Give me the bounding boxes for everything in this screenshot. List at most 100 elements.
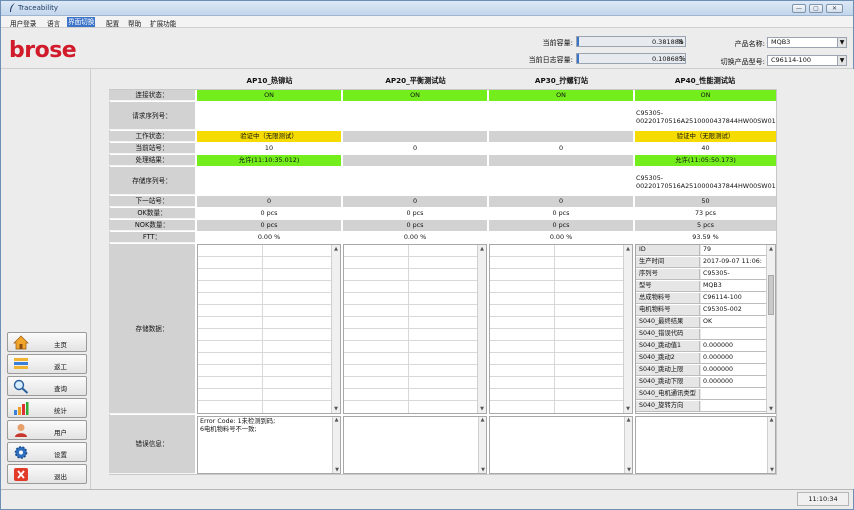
switch-model-select[interactable]: C96114-100 ▼ bbox=[767, 55, 847, 66]
log-capacity-label: 当前日志容量: bbox=[528, 56, 573, 64]
station-header-ap10: AP10_热铆站 bbox=[246, 76, 293, 85]
data-value: C96114-100 bbox=[701, 293, 768, 303]
data-key: S040_跳动值1 bbox=[636, 341, 700, 351]
scroll-up-icon[interactable]: ▲ bbox=[332, 245, 340, 253]
data-row[interactable]: S040_跳动上限 0.000000 bbox=[636, 365, 768, 376]
data-row[interactable]: S040_最终结果 OK bbox=[636, 317, 768, 328]
st3-error-scrollbar[interactable]: ▲ ▼ bbox=[624, 417, 632, 473]
maximize-button[interactable]: ▢ bbox=[809, 4, 823, 13]
st3-nok-count: 0 pcs bbox=[489, 220, 633, 231]
data-row[interactable]: 总成物料号 C96114-100 bbox=[636, 293, 768, 304]
menu-config[interactable]: 配置 bbox=[105, 18, 120, 28]
menu-extensions[interactable]: 扩展功能 bbox=[149, 18, 177, 28]
chevron-down-icon[interactable]: ▼ bbox=[837, 38, 846, 47]
data-row[interactable]: S040_跳动值1 0.000000 bbox=[636, 341, 768, 352]
nav-exit-button[interactable]: 退出 bbox=[7, 464, 87, 484]
st2-connection-status: ON bbox=[343, 90, 487, 101]
data-value: 79 bbox=[701, 245, 768, 255]
data-row[interactable]: ID 79 bbox=[636, 245, 768, 256]
st1-error-textbox[interactable]: Error Code: 1未检测到码; 6电机物料号不一致; bbox=[197, 416, 341, 474]
st4-data-grid[interactable]: ID 79 生产时间 2017-09-07 11:06: 序列号 C95305- 型号… bbox=[635, 244, 776, 414]
menu-help[interactable]: 帮助 bbox=[127, 18, 142, 28]
nav-exit-label: 退出 bbox=[54, 473, 67, 481]
st3-result bbox=[489, 155, 633, 166]
nav-home-button[interactable]: 主页 bbox=[7, 332, 87, 352]
scroll-down-icon[interactable]: ▼ bbox=[478, 405, 486, 413]
scroll-up-icon[interactable]: ▲ bbox=[624, 245, 632, 253]
search-icon bbox=[13, 379, 29, 394]
st2-ok-count: 0 pcs bbox=[343, 208, 487, 219]
scroll-down-icon[interactable]: ▼ bbox=[332, 405, 340, 413]
st4-store-serial: C95305- 00220170516A2510000437844HW00SW0… bbox=[635, 167, 776, 195]
log-capacity-gauge: 0.108685 bbox=[576, 53, 686, 64]
data-row[interactable]: 生产时间 2017-09-07 11:06: bbox=[636, 257, 768, 268]
data-row[interactable]: S040_跳动下限 0.000000 bbox=[636, 377, 768, 388]
st3-error-textbox[interactable] bbox=[489, 416, 633, 474]
nav-user-button[interactable]: 用户 bbox=[7, 420, 87, 440]
data-row[interactable]: 序列号 C95305- bbox=[636, 269, 768, 280]
nav-statistics-button[interactable]: 统计 bbox=[7, 398, 87, 418]
st3-data-grid[interactable]: ▲ ▼ bbox=[489, 244, 633, 414]
gear-icon bbox=[14, 446, 28, 459]
st1-nok-count: 0 pcs bbox=[197, 220, 341, 231]
scroll-up-icon[interactable]: ▲ bbox=[767, 245, 775, 253]
st2-data-scrollbar[interactable]: ▲ ▼ bbox=[477, 245, 486, 413]
scroll-thumb[interactable] bbox=[768, 275, 774, 315]
st3-data-scrollbar[interactable]: ▲ ▼ bbox=[623, 245, 632, 413]
st1-error-scrollbar[interactable]: ▲ ▼ bbox=[332, 417, 340, 473]
st3-work-status bbox=[489, 131, 633, 142]
data-row[interactable]: 型号 MQB3 bbox=[636, 281, 768, 292]
window-title: Traceability bbox=[18, 4, 59, 12]
scroll-up-icon[interactable]: ▲ bbox=[478, 245, 486, 253]
st2-error-scrollbar[interactable]: ▲ ▼ bbox=[478, 417, 486, 473]
st1-connection-status: ON bbox=[197, 90, 341, 101]
scroll-down-icon[interactable]: ▼ bbox=[767, 405, 775, 413]
nav-rework-label: 返工 bbox=[54, 363, 67, 371]
st4-error-scrollbar[interactable]: ▲ ▼ bbox=[767, 417, 775, 473]
row-label-work-status: 工作状态： bbox=[109, 131, 195, 142]
switch-model-value: C96114-100 bbox=[771, 56, 811, 64]
nav-rework-button[interactable]: 返工 bbox=[7, 354, 87, 374]
st1-data-scrollbar[interactable]: ▲ ▼ bbox=[331, 245, 340, 413]
data-key: S040_最终结果 bbox=[636, 317, 700, 327]
st4-next-station: 50 bbox=[635, 196, 776, 207]
data-value bbox=[701, 401, 768, 411]
st1-data-grid[interactable]: ▲ ▼ bbox=[197, 244, 341, 414]
product-name-label: 产品名称: bbox=[734, 40, 765, 48]
nav-home-label: 主页 bbox=[54, 341, 67, 349]
data-row[interactable]: 电机物料号 C95305-002 bbox=[636, 305, 768, 316]
st4-error-textbox[interactable] bbox=[635, 416, 776, 474]
data-row[interactable]: S040_错误代码 bbox=[636, 329, 768, 340]
product-name-select[interactable]: MQB3 ▼ bbox=[767, 37, 847, 48]
minimize-button[interactable]: — bbox=[792, 4, 806, 13]
menu-language[interactable]: 语言 bbox=[46, 18, 61, 28]
st3-ok-count: 0 pcs bbox=[489, 208, 633, 219]
scroll-down-icon[interactable]: ▼ bbox=[624, 405, 632, 413]
st3-ftt: 0.00 % bbox=[489, 232, 633, 243]
data-key: S040_跳动2 bbox=[636, 353, 700, 363]
data-value: 0.000000 bbox=[701, 365, 768, 375]
st1-ftt: 0.00 % bbox=[197, 232, 341, 243]
data-row[interactable]: S040_跳动2 0.000000 bbox=[636, 353, 768, 364]
data-row[interactable]: S040_电机通讯类型 bbox=[636, 389, 768, 400]
close-button[interactable]: ✕ bbox=[826, 4, 843, 13]
nav-query-button[interactable]: 查询 bbox=[7, 376, 87, 396]
st2-request-serial bbox=[343, 102, 487, 130]
st4-request-serial: C95305- 00220170516A2510000437844HW00SW0… bbox=[635, 102, 776, 130]
data-value: MQB3 bbox=[701, 281, 768, 291]
nav-user-label: 用户 bbox=[54, 429, 67, 437]
data-value: 0.000000 bbox=[701, 353, 768, 363]
nav-settings-button[interactable]: 设置 bbox=[7, 442, 87, 462]
chevron-down-icon[interactable]: ▼ bbox=[837, 56, 846, 65]
st2-next-station: 0 bbox=[343, 196, 487, 207]
data-row[interactable]: S040_旋转方向 bbox=[636, 401, 768, 412]
menu-user-login[interactable]: 用户登录 bbox=[9, 18, 37, 28]
st3-next-station: 0 bbox=[489, 196, 633, 207]
data-value: 0.000000 bbox=[701, 377, 768, 387]
st4-data-scrollbar[interactable]: ▲ ▼ bbox=[766, 245, 775, 413]
st2-data-grid[interactable]: ▲ ▼ bbox=[343, 244, 487, 414]
st1-result: 允许(11:10:35.012) bbox=[197, 155, 341, 166]
data-value: C95305- bbox=[701, 269, 768, 279]
st2-error-textbox[interactable] bbox=[343, 416, 487, 474]
menu-switch-view[interactable]: 界面切换 bbox=[67, 17, 96, 27]
